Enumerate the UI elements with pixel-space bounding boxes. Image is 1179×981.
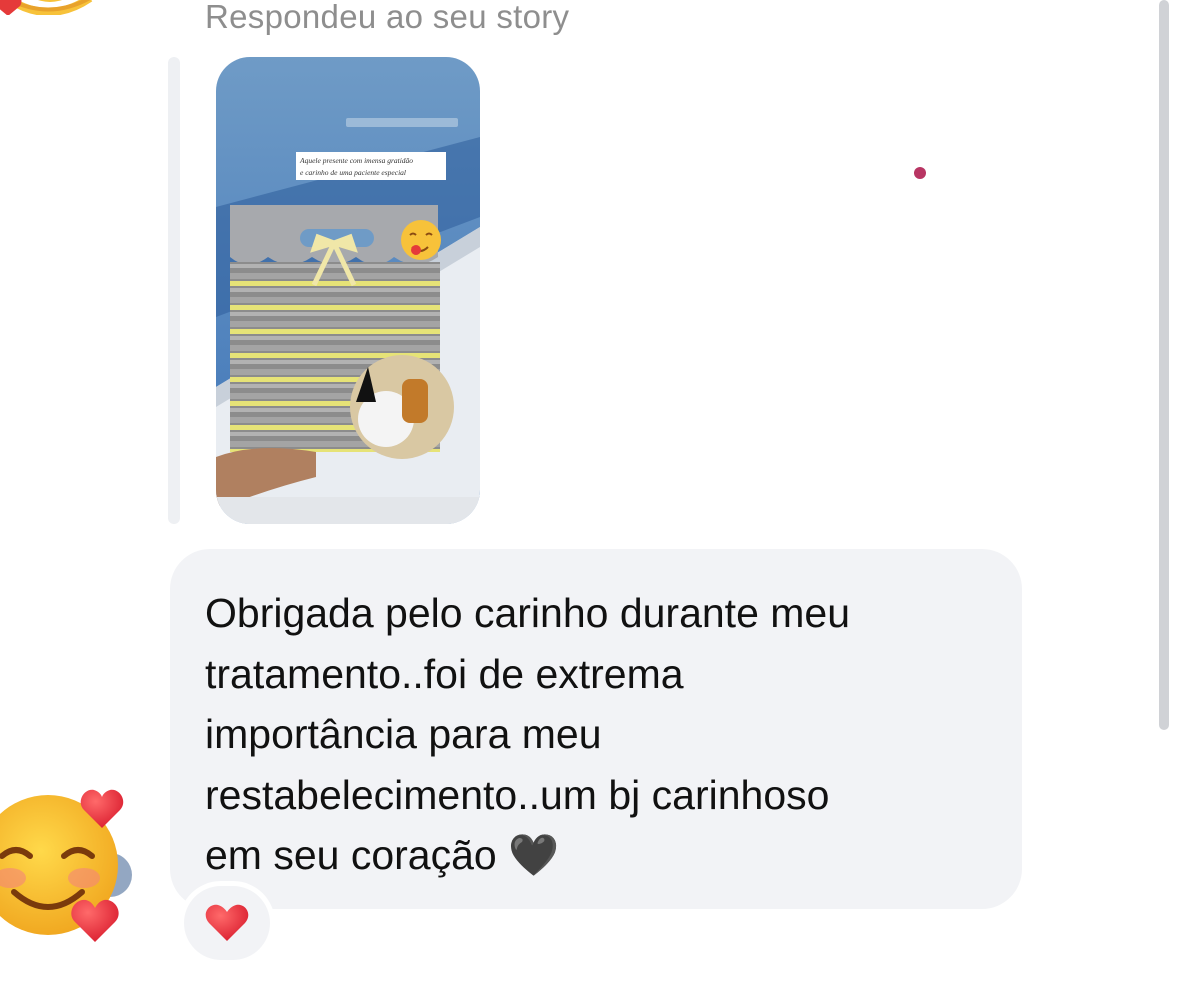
reaction-badge[interactable] bbox=[184, 886, 270, 960]
story-caption-line2: e carinho de uma paciente especial bbox=[300, 168, 406, 177]
message-text: Obrigada pelo carinho durante meu tratam… bbox=[205, 590, 851, 878]
story-caption-line1: Aquele presente com imensa gratidão bbox=[299, 156, 413, 165]
red-heart-icon bbox=[205, 904, 249, 941]
story-preview-thumbnail[interactable]: Aquele presente com imensa gratidão e ca… bbox=[216, 57, 480, 524]
accent-dot bbox=[914, 167, 926, 179]
replied-to-story-label: Respondeu ao seu story bbox=[205, 0, 570, 35]
reply-quote-bar bbox=[168, 57, 180, 524]
scrollbar[interactable] bbox=[1159, 0, 1169, 730]
smiling-face-with-hearts-icon bbox=[0, 0, 93, 15]
dm-conversation: Respondeu ao seu story Aquele presente c… bbox=[0, 0, 1179, 981]
story-preview-image: Aquele presente com imensa gratidão e ca… bbox=[216, 57, 480, 524]
smiling-face-with-hearts-icon bbox=[0, 789, 132, 942]
